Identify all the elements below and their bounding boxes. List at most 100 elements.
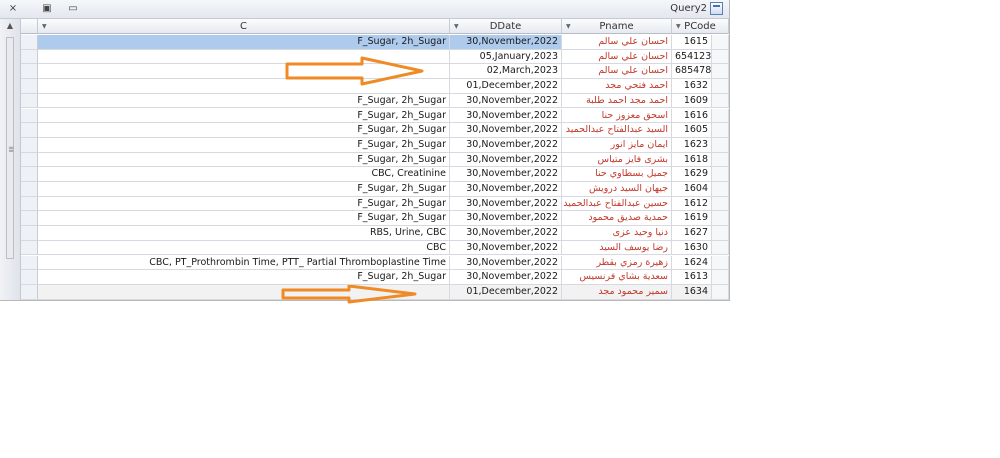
cell-ddate[interactable]: 01,December,2022	[450, 284, 562, 300]
cell-ddate[interactable]: 30,November,2022	[450, 270, 562, 285]
cell-pname[interactable]: ايمان مايز انور	[562, 137, 672, 153]
cell-filler[interactable]	[712, 79, 729, 94]
cell-pname[interactable]: احمد مجد احمد طلبة	[562, 93, 672, 109]
cell-c[interactable]: F_Sugar, 2h_Sugar	[38, 196, 450, 212]
table-row[interactable]: F_Sugar, 2h_Sugar 30,November,2022 احمد مج…	[21, 93, 729, 109]
cell-filler[interactable]	[712, 35, 729, 50]
cell-ddate[interactable]: 30,November,2022	[450, 35, 562, 50]
cell-filler[interactable]	[712, 93, 729, 109]
row-selector[interactable]	[21, 108, 38, 124]
cell-filler[interactable]	[712, 240, 729, 256]
cell-pcode[interactable]: 1634	[672, 284, 712, 300]
sort-arrow-icon[interactable]: ▼	[676, 19, 681, 34]
column-header-pname[interactable]: ▼ Pname	[562, 19, 672, 34]
row-selector[interactable]	[21, 137, 38, 153]
table-row[interactable]: F_Sugar, 2h_Sugar 30,November,2022 بشرى فا…	[21, 152, 729, 168]
cell-filler[interactable]	[712, 226, 729, 241]
table-row[interactable]: CBC 30,November,2022 رضا يوسف السيد 1630	[21, 240, 729, 256]
sort-arrow-icon[interactable]: ▼	[566, 19, 571, 34]
select-all-corner[interactable]	[21, 19, 38, 34]
cell-ddate[interactable]: 30,November,2022	[450, 93, 562, 109]
cell-c[interactable]: CBC	[38, 240, 450, 256]
cell-c[interactable]: F_Sugar, 2h_Sugar	[38, 152, 450, 168]
cell-filler[interactable]	[712, 182, 729, 197]
cell-pcode[interactable]: 1616	[672, 108, 712, 124]
table-row[interactable]: F_Sugar, 2h_Sugar 30,November,2022 السيد ع…	[21, 123, 729, 138]
cell-filler[interactable]	[712, 270, 729, 285]
cell-pcode[interactable]: 1613	[672, 270, 712, 285]
row-selector[interactable]	[21, 211, 38, 227]
cell-filler[interactable]	[712, 137, 729, 153]
row-selector[interactable]	[21, 93, 38, 109]
cell-pcode[interactable]: 1619	[672, 211, 712, 227]
cell-pname[interactable]: احمد فتحي مجد	[562, 79, 672, 94]
cell-pname[interactable]: السيد عبدالفتاح عبدالحميد	[562, 123, 672, 138]
cell-pcode[interactable]: 1618	[672, 152, 712, 168]
cell-filler[interactable]	[712, 49, 729, 65]
column-header-ddate[interactable]: ▼ DDate	[450, 19, 562, 34]
cell-pcode[interactable]: 1627	[672, 226, 712, 241]
cell-pcode[interactable]: 1630	[672, 240, 712, 256]
cell-pname[interactable]: زهيرة رمزي بقطر	[562, 255, 672, 271]
scroll-up-icon[interactable]: ▲	[4, 21, 16, 31]
row-selector[interactable]	[21, 167, 38, 182]
cell-c[interactable]: F_Sugar, 2h_Sugar	[38, 123, 450, 138]
cell-ddate[interactable]: 02,March,2023	[450, 64, 562, 80]
cell-filler[interactable]	[712, 211, 729, 227]
cell-ddate[interactable]: 30,November,2022	[450, 182, 562, 197]
cell-pname[interactable]: احسان علي سالم	[562, 64, 672, 80]
table-row[interactable]: F_Sugar, 2h_Sugar 30,November,2022 ايمان م…	[21, 137, 729, 153]
cell-c[interactable]: F_Sugar, 2h_Sugar	[38, 270, 450, 285]
cell-ddate[interactable]: 30,November,2022	[450, 137, 562, 153]
cell-pname[interactable]: رضا يوسف السيد	[562, 240, 672, 256]
row-selector[interactable]	[21, 123, 38, 138]
row-selector[interactable]	[21, 35, 38, 50]
table-row[interactable]: F_Sugar, 2h_Sugar 30,November,2022 احسان ع…	[21, 35, 729, 50]
cell-filler[interactable]	[712, 284, 729, 300]
cell-pname[interactable]: اسحق معزوز حنا	[562, 108, 672, 124]
cell-pcode[interactable]: 1624	[672, 255, 712, 271]
cell-pname[interactable]: حمدية صديق محمود	[562, 211, 672, 227]
row-selector[interactable]	[21, 196, 38, 212]
sort-arrow-icon[interactable]: ▼	[42, 19, 47, 34]
cell-pcode[interactable]: 654123	[672, 49, 712, 65]
row-selector[interactable]	[21, 240, 38, 256]
cell-c[interactable]: CBC, Creatinine	[38, 167, 450, 182]
cell-ddate[interactable]: 01,December,2022	[450, 79, 562, 94]
column-header-c[interactable]: ▼ C	[38, 19, 450, 34]
table-row[interactable]: CBC, PT_Prothrombin Time, PTT_ Partial T…	[21, 255, 729, 271]
cell-pcode[interactable]: 1609	[672, 93, 712, 109]
row-selector[interactable]	[21, 270, 38, 285]
cell-pname[interactable]: احسان علي سالم	[562, 49, 672, 65]
cell-pname[interactable]: سمير محمود مجد	[562, 284, 672, 300]
cell-filler[interactable]	[712, 152, 729, 168]
cell-ddate[interactable]: 30,November,2022	[450, 226, 562, 241]
cell-ddate[interactable]: 30,November,2022	[450, 108, 562, 124]
vertical-scrollbar[interactable]: ▲ ═ ═	[0, 19, 21, 300]
cell-pcode[interactable]: 1612	[672, 196, 712, 212]
cell-pname[interactable]: سعدية بشاي فرنسيس	[562, 270, 672, 285]
minimize-icon[interactable]: ▭	[66, 2, 80, 16]
cell-pname[interactable]: دنيا وحيد عزى	[562, 226, 672, 241]
sort-arrow-icon[interactable]: ▼	[454, 19, 459, 34]
cell-pname[interactable]: جميل بسطاوي حنا	[562, 167, 672, 182]
cell-filler[interactable]	[712, 108, 729, 124]
table-row[interactable]: F_Sugar, 2h_Sugar 30,November,2022 سعدية ب…	[21, 270, 729, 285]
cell-c[interactable]: F_Sugar, 2h_Sugar	[38, 137, 450, 153]
row-selector[interactable]	[21, 49, 38, 65]
cell-ddate[interactable]: 05,January,2023	[450, 49, 562, 65]
row-selector[interactable]	[21, 64, 38, 80]
table-row[interactable]: F_Sugar, 2h_Sugar 30,November,2022 حسين عب…	[21, 196, 729, 212]
cell-filler[interactable]	[712, 196, 729, 212]
cell-pcode[interactable]: 1605	[672, 123, 712, 138]
cell-pcode[interactable]: 1623	[672, 137, 712, 153]
cell-pcode[interactable]: 6854783	[672, 64, 712, 80]
cell-pcode[interactable]: 1615	[672, 35, 712, 50]
row-selector[interactable]	[21, 284, 38, 300]
table-icon[interactable]: ▣	[40, 2, 54, 16]
cell-c[interactable]: F_Sugar, 2h_Sugar	[38, 93, 450, 109]
row-selector[interactable]	[21, 226, 38, 241]
cell-pname[interactable]: جيهان السيد درويش	[562, 182, 672, 197]
cell-pname[interactable]: حسين عبدالفتاح عبدالحميد	[562, 196, 672, 212]
cell-ddate[interactable]: 30,November,2022	[450, 167, 562, 182]
